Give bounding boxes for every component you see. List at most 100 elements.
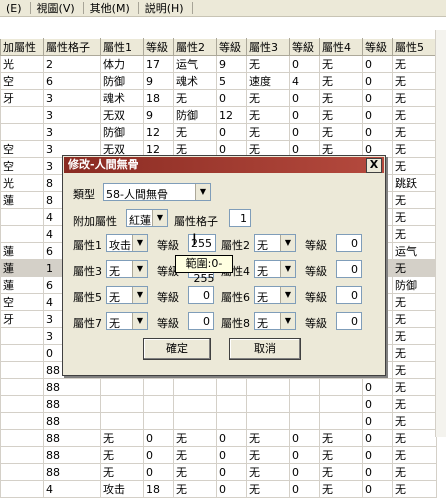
table-row[interactable]: 88 0无 — [0, 412, 437, 430]
table-cell — [173, 395, 217, 413]
table-cell: 无 — [392, 259, 437, 277]
attr-select-3[interactable]: 无 ▼ — [106, 260, 148, 278]
table-cell: 88 — [43, 378, 101, 396]
chevron-down-icon[interactable]: ▼ — [280, 313, 295, 329]
table-row[interactable]: 光 2 体力 17 运气 9 无 0 无 0 无 — [0, 55, 437, 73]
chevron-down-icon[interactable]: ▼ — [132, 313, 147, 329]
table-cell — [0, 480, 44, 498]
column-header[interactable]: 屬性3 — [246, 38, 290, 56]
table-cell: 无 — [392, 463, 437, 481]
table-cell: 空 — [0, 140, 44, 158]
attr-label-1: 屬性1 — [73, 239, 102, 252]
column-header[interactable]: 等級 — [143, 38, 174, 56]
table-cell: 无 — [392, 378, 437, 396]
ok-button[interactable]: 確定 — [143, 338, 211, 360]
vertical-scrollbar[interactable] — [435, 30, 446, 437]
table-row[interactable]: 牙 3 魂术 18 无 0 无 0 无 0 无 — [0, 89, 437, 107]
table-cell: 88 — [43, 446, 101, 464]
table-cell: 无 — [392, 293, 437, 311]
slots-input[interactable]: 1 — [229, 209, 251, 227]
table-cell: 蓮 — [0, 242, 44, 260]
column-header[interactable]: 等級 — [289, 38, 320, 56]
table-row[interactable]: 88 无 0 无 0 无 0 无 0 无 — [0, 463, 437, 481]
menu-other[interactable]: 其他(M) — [84, 0, 138, 16]
menu-view[interactable]: 視圖(V) — [31, 0, 83, 16]
extra-attr-label: 附加屬性 — [73, 215, 117, 228]
table-row[interactable]: 空 6 防御 9 魂术 5 速度 4 无 0 无 — [0, 72, 437, 90]
level-input-4[interactable]: 0 — [336, 260, 362, 278]
close-button[interactable]: X — [366, 158, 382, 173]
chevron-down-icon[interactable]: ▼ — [132, 261, 147, 277]
type-select[interactable]: 58-人間無骨 ▼ — [103, 183, 211, 201]
attr-select-2[interactable]: 无 ▼ — [254, 234, 296, 252]
table-cell — [319, 378, 363, 396]
table-cell: 88 — [43, 395, 101, 413]
extra-attr-select[interactable]: 紅蓮 ▼ — [126, 209, 168, 227]
table-cell: 防御 — [100, 123, 144, 141]
column-header[interactable]: 等級 — [362, 38, 393, 56]
menu-help[interactable]: 説明(H) — [139, 0, 192, 16]
level-label: 等級 — [157, 291, 179, 304]
table-cell: 无 — [319, 106, 363, 124]
table-cell: 防御 — [392, 276, 437, 294]
level-input-2[interactable]: 0 — [336, 234, 362, 252]
table-cell: 0 — [289, 89, 320, 107]
attr-label-3: 屬性3 — [73, 265, 102, 278]
level-input-5[interactable]: 0 — [188, 286, 214, 304]
table-cell: 2 — [43, 55, 101, 73]
table-cell — [100, 395, 144, 413]
table-cell: 无 — [392, 72, 437, 90]
column-header[interactable]: 屬性2 — [173, 38, 217, 56]
table-cell — [246, 412, 290, 430]
table-cell — [0, 446, 44, 464]
attr-value: 无 — [109, 265, 120, 278]
level-label: 等級 — [305, 317, 327, 330]
menu-edit[interactable]: (E) — [0, 2, 30, 15]
column-header[interactable]: 加屬性 — [0, 38, 44, 56]
attr-select-7[interactable]: 无 ▼ — [106, 312, 148, 330]
column-header[interactable]: 屬性格子 — [43, 38, 101, 56]
chevron-down-icon[interactable]: ▼ — [195, 184, 210, 200]
attr-select-6[interactable]: 无 ▼ — [254, 286, 296, 304]
table-cell: 无 — [173, 89, 217, 107]
attr-select-4[interactable]: 无 ▼ — [254, 260, 296, 278]
table-cell: 光 — [0, 174, 44, 192]
attr-select-8[interactable]: 无 ▼ — [254, 312, 296, 330]
table-cell: 0 — [362, 446, 393, 464]
table-row[interactable]: 3 防御 12 无 0 无 0 无 0 无 — [0, 123, 437, 141]
column-header[interactable]: 屬性5 — [392, 38, 437, 56]
table-row[interactable]: 88 0无 — [0, 378, 437, 396]
column-header[interactable]: 屬性4 — [319, 38, 363, 56]
cancel-button[interactable]: 取消 — [229, 338, 301, 360]
table-row[interactable]: 88 无 0 无 0 无 0 无 0 无 — [0, 446, 437, 464]
column-header[interactable]: 屬性1 — [100, 38, 144, 56]
chevron-down-icon[interactable]: ▼ — [132, 287, 147, 303]
level-input-8[interactable]: 0 — [336, 312, 362, 330]
table-cell: 12 — [216, 106, 247, 124]
table-cell: 无 — [392, 361, 437, 379]
table-cell: 无 — [246, 55, 290, 73]
table-row[interactable]: 4 攻击 18 无 0 无 0 无 0 无 — [0, 480, 437, 498]
chevron-down-icon[interactable]: ▼ — [132, 235, 147, 251]
table-cell — [0, 395, 44, 413]
level-input-7[interactable]: 0 — [188, 312, 214, 330]
attr-select-5[interactable]: 无 ▼ — [106, 286, 148, 304]
attr-value: 无 — [257, 265, 268, 278]
table-row[interactable]: 88 无 0 无 0 无 0 无 0 无 — [0, 429, 437, 447]
table-cell: 无 — [246, 106, 290, 124]
level-label: 等級 — [157, 317, 179, 330]
chevron-down-icon[interactable]: ▼ — [152, 210, 167, 226]
attr-select-1[interactable]: 攻击 ▼ — [106, 234, 148, 252]
chevron-down-icon[interactable]: ▼ — [280, 235, 295, 251]
dialog-titlebar[interactable]: 修改-人間無骨 X — [64, 157, 384, 173]
table-row[interactable]: 88 0无 — [0, 395, 437, 413]
column-header[interactable]: 等級 — [216, 38, 247, 56]
table-cell: 无 — [319, 123, 363, 141]
chevron-down-icon[interactable]: ▼ — [280, 287, 295, 303]
type-label: 類型 — [73, 188, 95, 201]
level-input-6[interactable]: 0 — [336, 286, 362, 304]
table-cell: 9 — [216, 55, 247, 73]
chevron-down-icon[interactable]: ▼ — [280, 261, 295, 277]
table-row[interactable]: 3 无双 9 防御 12 无 0 无 0 无 — [0, 106, 437, 124]
attr-value: 无 — [257, 239, 268, 252]
